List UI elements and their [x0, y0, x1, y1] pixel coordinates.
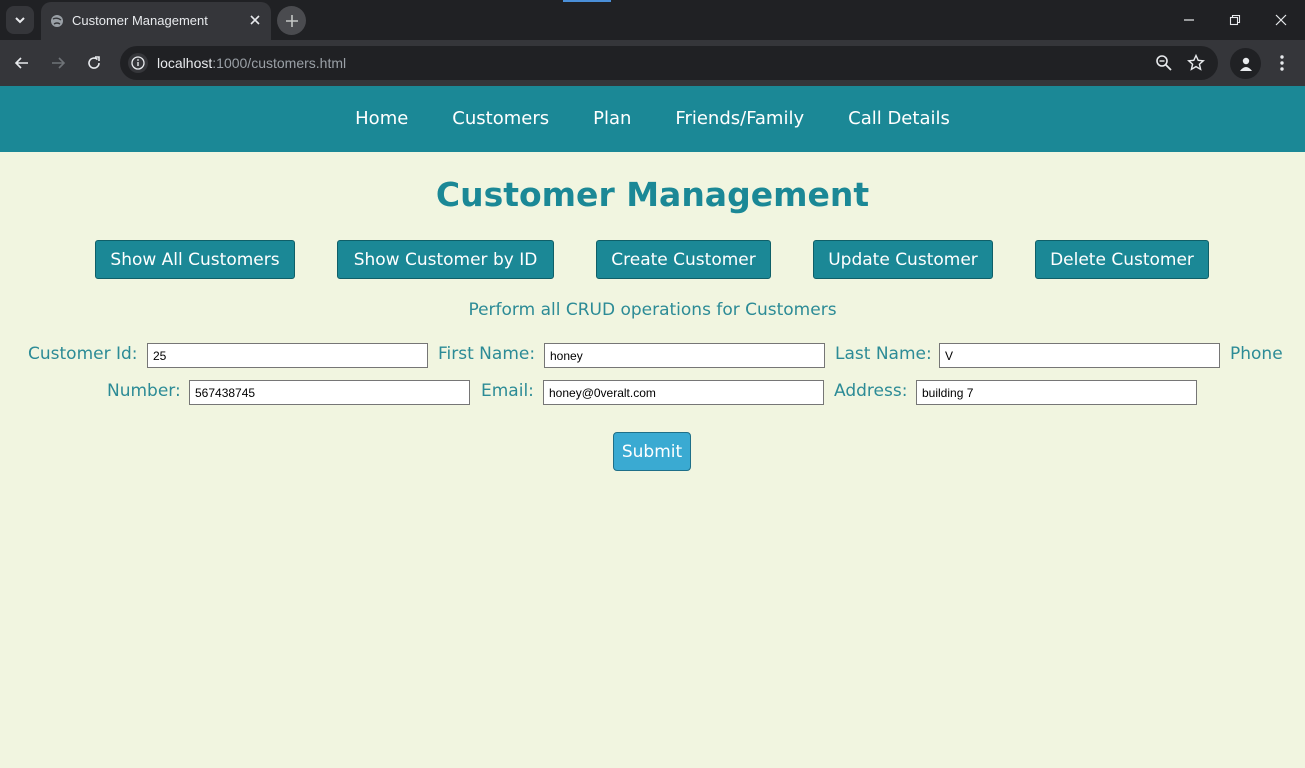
restore-button[interactable] [1212, 0, 1258, 40]
url-host: localhost [157, 55, 213, 71]
zoom-icon[interactable] [1154, 53, 1174, 73]
address-bar[interactable]: localhost:1000/customers.html [120, 46, 1218, 80]
tab-strip-indicator [563, 0, 611, 2]
nav-customers[interactable]: Customers [430, 86, 571, 152]
nav-plan[interactable]: Plan [571, 86, 653, 152]
close-icon[interactable] [247, 12, 263, 28]
tab-title: Customer Management [72, 13, 208, 28]
reload-button[interactable] [82, 51, 106, 75]
star-icon[interactable] [1186, 53, 1206, 73]
show-all-customers-button[interactable]: Show All Customers [95, 240, 295, 279]
email-field[interactable] [543, 380, 824, 405]
browser-toolbar: localhost:1000/customers.html [0, 40, 1305, 86]
arrow-right-icon [52, 57, 66, 69]
action-buttons: Show All Customers Show Customer by ID C… [0, 240, 1305, 279]
browser-tab[interactable]: Customer Management [41, 2, 271, 40]
submit-button[interactable]: Submit [613, 432, 691, 471]
browser-tab-bar: Customer Management [0, 0, 1305, 40]
more-options-icon[interactable] [1272, 53, 1292, 73]
globe-icon [51, 15, 63, 27]
nav-home[interactable]: Home [333, 86, 430, 152]
customer-id-label: Customer Id: [28, 344, 138, 364]
phone-label-start: Phone [1230, 344, 1283, 364]
reload-icon [88, 56, 100, 69]
close-window-button[interactable] [1258, 0, 1304, 40]
minimize-button[interactable] [1166, 0, 1212, 40]
info-icon[interactable] [128, 53, 148, 73]
new-tab-button[interactable] [277, 6, 306, 35]
nav-call-details[interactable]: Call Details [826, 86, 972, 152]
address-label: Address: [834, 381, 908, 401]
last-name-label: Last Name: [835, 344, 932, 364]
page-subtitle: Perform all CRUD operations for Customer… [468, 300, 837, 320]
address-field[interactable] [916, 380, 1197, 405]
first-name-label: First Name: [438, 344, 536, 364]
url-text[interactable]: localhost:1000/customers.html [157, 55, 346, 71]
forward-button[interactable] [46, 51, 70, 75]
minimize-icon [1184, 19, 1194, 21]
update-customer-button[interactable]: Update Customer [813, 240, 993, 279]
delete-customer-button[interactable]: Delete Customer [1035, 240, 1209, 279]
tab-search-button[interactable] [6, 6, 34, 34]
back-button[interactable] [10, 51, 34, 75]
arrow-left-icon [14, 57, 28, 69]
last-name-field[interactable] [939, 343, 1220, 368]
phone-label-end: Number: [107, 381, 181, 401]
nav-friends-family[interactable]: Friends/Family [653, 86, 826, 152]
first-name-field[interactable] [544, 343, 825, 368]
url-path: :1000/customers.html [212, 55, 347, 71]
person-icon [1239, 57, 1252, 71]
customer-id-field[interactable] [147, 343, 428, 368]
email-label: Email: [481, 381, 534, 401]
phone-number-field[interactable] [189, 380, 470, 405]
create-customer-button[interactable]: Create Customer [596, 240, 771, 279]
page-title: Customer Management [435, 175, 870, 214]
plus-icon [285, 14, 298, 27]
close-icon [1275, 14, 1287, 26]
chevron-down-icon [15, 17, 25, 24]
profile-button[interactable] [1230, 48, 1261, 79]
site-navigation: Home Customers Plan Friends/Family Call … [0, 86, 1305, 152]
restore-icon [1229, 14, 1241, 26]
show-customer-by-id-button[interactable]: Show Customer by ID [337, 240, 554, 279]
